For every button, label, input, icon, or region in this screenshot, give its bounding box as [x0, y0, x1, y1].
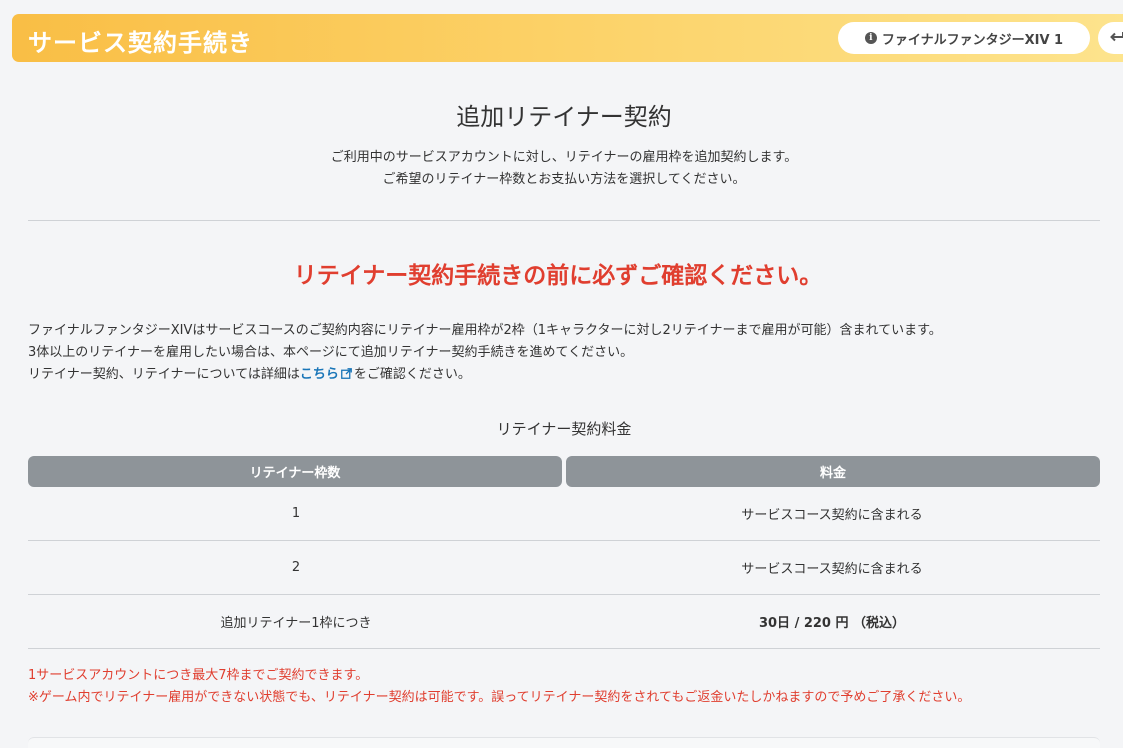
fee-table: リテイナー枠数 料金 1 サービスコース契約に含まれる 2 サービスコース契約に…	[28, 456, 1100, 649]
description-text: ファイナルファンタジーXIVはサービスコースのご契約内容にリテイナー雇用枠が2枠…	[28, 320, 1108, 387]
account-label: ファイナルファンタジーXIV 1	[881, 32, 1064, 48]
note-line: ※ゲーム内でリテイナー雇用ができない状態でも、リテイナー契約は可能です。誤ってリ…	[28, 690, 971, 705]
section-divider	[28, 220, 1100, 221]
description-line: 3体以上のリテイナーを雇用したい場合は、本ページにて追加リテイナー契約手続きを進…	[28, 345, 634, 360]
intro-line: ご希望のリテイナー枠数とお支払い方法を選択してください。	[382, 172, 746, 187]
slots-cell: 追加リテイナー1枠につき	[220, 616, 372, 631]
account-button[interactable]: i ファイナルファンタジーXIV 1	[838, 22, 1090, 54]
price-cell: サービスコース契約に含まれる	[741, 562, 923, 577]
table-row: 追加リテイナー1枠につき 30日 / 220 円 （税込）	[28, 595, 1100, 649]
slots-cell: 2	[291, 560, 301, 575]
intro-text: ご利用中のサービスアカウントに対し、リテイナーの雇用枠を追加契約します。 ご希望…	[0, 147, 1123, 191]
details-link[interactable]: こちら	[300, 367, 339, 382]
warning-heading: リテイナー契約手続きの前に必ずご確認ください。	[293, 263, 823, 289]
table-row: 2 サービスコース契約に含まれる	[28, 541, 1100, 595]
description-suffix: をご確認ください。	[353, 367, 471, 382]
info-icon: i	[864, 32, 877, 44]
description-line: リテイナー契約、リテイナーについては詳細はこちら をご確認ください。	[28, 364, 1108, 387]
return-arrow-icon	[1109, 29, 1123, 48]
price-cell: サービスコース契約に含まれる	[741, 508, 923, 523]
price-cell: 30日 / 220 円 （税込）	[758, 616, 906, 631]
description-line: ファイナルファンタジーXIVはサービスコースのご契約内容にリテイナー雇用枠が2枠…	[28, 323, 942, 338]
external-link-icon[interactable]	[340, 365, 352, 387]
description-prefix: リテイナー契約、リテイナーについては詳細は	[28, 367, 300, 382]
notes-text: 1サービスアカウントにつき最大7枠までご契約できます。 ※ゲーム内でリテイナー雇…	[28, 665, 1118, 709]
intro-line: ご利用中のサービスアカウントに対し、リテイナーの雇用枠を追加契約します。	[330, 150, 798, 165]
table-row: 1 サービスコース契約に含まれる	[28, 487, 1100, 541]
column-header-slots: リテイナー枠数	[28, 456, 562, 487]
slots-cell: 1	[291, 506, 301, 521]
table-header: リテイナー枠数 料金	[28, 456, 1100, 487]
logout-button[interactable]	[1098, 22, 1123, 54]
note-line: 1サービスアカウントにつき最大7枠までご契約できます。	[28, 668, 369, 683]
column-header-price: 料金	[566, 456, 1100, 487]
header-bar: サービス契約手続き i ファイナルファンタジーXIV 1	[12, 14, 1123, 62]
page-title: 追加リテイナー契約	[456, 103, 672, 131]
next-section-card	[28, 737, 1100, 748]
fee-table-caption: リテイナー契約料金	[496, 420, 632, 438]
header-title: サービス契約手続き	[28, 29, 253, 57]
